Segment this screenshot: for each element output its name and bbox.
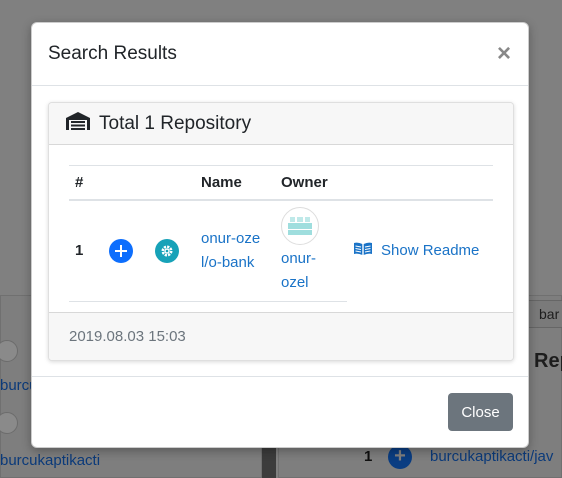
background-divider: [262, 448, 276, 478]
card-title: Total 1 Repository: [99, 112, 252, 134]
card-footer-timestamp: 2019.08.03 15:03: [49, 312, 513, 360]
column-header-owner: Owner: [275, 165, 347, 201]
modal-title: Search Results: [48, 43, 177, 64]
results-card: Total 1 Repository # Name Owner 1 onur-o…: [48, 102, 514, 361]
add-cell: [103, 199, 149, 302]
background-plus-icon: +: [388, 445, 412, 469]
book-open-icon: [353, 242, 373, 260]
repository-link[interactable]: onur-ozel/o-bank: [201, 227, 261, 275]
modal-header: Search Results ×: [32, 23, 528, 86]
column-header-settings: [149, 165, 195, 201]
column-header-name: Name: [195, 165, 275, 201]
show-readme-label: Show Readme: [381, 242, 480, 260]
avatar[interactable]: [281, 206, 319, 245]
background-tab: bar: [528, 300, 562, 328]
table-header-row: # Name Owner: [69, 165, 493, 201]
plus-circle-icon[interactable]: [109, 238, 133, 263]
search-results-modal: Search Results × Total 1 Repository # Na…: [31, 22, 529, 448]
background-user-link: burcukaptikacti: [0, 452, 101, 469]
name-cell: onur-ozel/o-bank: [195, 199, 275, 302]
close-button[interactable]: Close: [448, 393, 513, 431]
table-row: 1 onur-ozel/o-bank onur-ozel Show Readme: [69, 199, 493, 302]
card-header: Total 1 Repository: [49, 103, 513, 145]
column-header-index: #: [69, 165, 103, 201]
owner-link[interactable]: onur-ozel: [281, 247, 341, 295]
repository-table: # Name Owner 1 onur-ozel/o-bank onur-oze…: [69, 165, 493, 302]
background-heading: Rep: [534, 350, 562, 372]
column-header-readme: [347, 165, 493, 201]
close-icon[interactable]: ×: [497, 42, 511, 66]
modal-footer: Close: [32, 376, 528, 447]
column-header-add: [103, 165, 149, 201]
readme-cell: Show Readme: [347, 200, 493, 302]
row-index: 1: [69, 199, 103, 302]
settings-cell: [149, 199, 195, 302]
warehouse-icon: [65, 111, 91, 136]
background-repo-link: burcukaptikacti/jav: [430, 448, 554, 465]
show-readme-link[interactable]: Show Readme: [353, 242, 479, 260]
owner-cell: onur-ozel: [275, 199, 347, 302]
background-row-index: 1: [364, 448, 373, 465]
gear-icon[interactable]: [155, 238, 179, 263]
